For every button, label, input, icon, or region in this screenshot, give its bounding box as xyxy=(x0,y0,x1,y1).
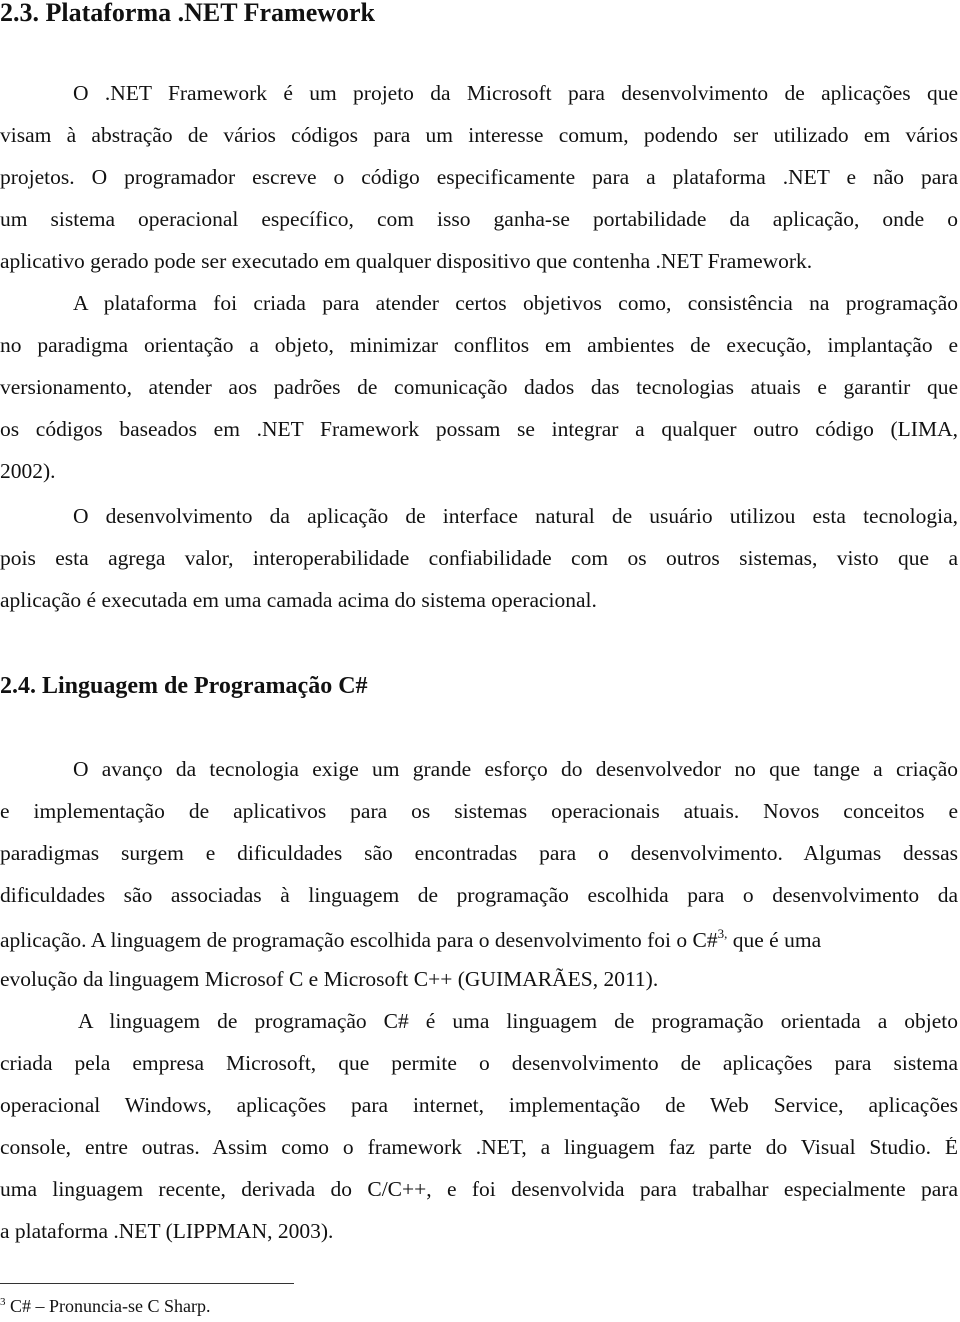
text-line: pois esta agrega valor, interoperabilida… xyxy=(0,548,958,570)
text-line: 2002). xyxy=(0,459,56,483)
text-line-with-footnote-ref: aplicação. A linguagem de programação es… xyxy=(0,927,958,952)
text-line: A linguagem de programação C# é uma ling… xyxy=(78,1011,958,1033)
section-heading-2-3: 2.3. Plataforma .NET Framework xyxy=(0,0,376,27)
text-line: visam à abstração de vários códigos para… xyxy=(0,125,958,147)
text-line: evolução da linguagem Microsof C e Micro… xyxy=(0,967,659,991)
text-line: O .NET Framework é um projeto da Microso… xyxy=(73,83,958,105)
text-line: criada pela empresa Microsoft, que permi… xyxy=(0,1053,958,1075)
text-span: aplicação. A linguagem de programação es… xyxy=(0,928,718,952)
footnote-separator xyxy=(0,1283,294,1284)
text-line: O avanço da tecnologia exige um grande e… xyxy=(73,759,958,781)
text-line: os códigos baseados em .NET Framework po… xyxy=(0,419,958,441)
text-line: e implementação de aplicativos para os s… xyxy=(0,801,958,823)
text-line: dificuldades são associadas à linguagem … xyxy=(0,885,958,907)
text-line: projetos. O programador escreve o código… xyxy=(0,167,958,189)
footnote: 3 C# – Pronuncia-se C Sharp. xyxy=(0,1296,211,1316)
text-line: A plataforma foi criada para atender cer… xyxy=(73,293,958,315)
text-line: um sistema operacional específico, com i… xyxy=(0,209,958,231)
text-line: console, entre outras. Assim como o fram… xyxy=(0,1137,958,1159)
text-line: aplicação é executada em uma camada acim… xyxy=(0,588,597,612)
document-page: 2.3. Plataforma .NET Framework O .NET Fr… xyxy=(0,0,960,1322)
text-span: que é uma xyxy=(727,928,822,952)
footnote-reference[interactable]: 3, xyxy=(718,926,728,941)
text-line: versionamento, atender aos padrões de co… xyxy=(0,377,958,399)
footnote-text: C# – Pronuncia-se C Sharp. xyxy=(5,1296,211,1316)
text-line: paradigmas surgem e dificuldades são enc… xyxy=(0,843,958,865)
text-line: uma linguagem recente, derivada do C/C++… xyxy=(0,1179,958,1201)
text-line: aplicativo gerado pode ser executado em … xyxy=(0,249,813,273)
text-line: no paradigma orientação a objeto, minimi… xyxy=(0,335,958,357)
text-line: O desenvolvimento da aplicação de interf… xyxy=(73,506,958,528)
section-heading-2-4: 2.4. Linguagem de Programação C# xyxy=(0,673,368,699)
text-line: a plataforma .NET (LIPPMAN, 2003). xyxy=(0,1219,334,1243)
text-line: operacional Windows, aplicações para int… xyxy=(0,1095,958,1117)
